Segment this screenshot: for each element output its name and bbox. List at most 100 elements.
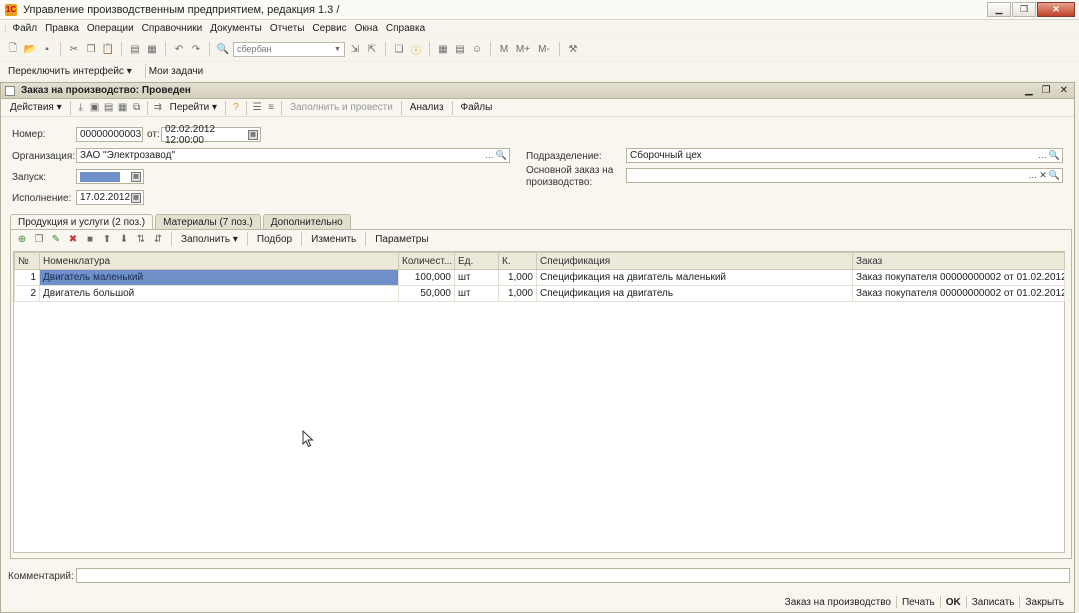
search-input[interactable]: сбербан ▼ (233, 41, 345, 57)
cell-num[interactable]: 2 (14, 285, 40, 302)
cell-unit[interactable]: шт (454, 285, 499, 302)
col-header-coef[interactable]: К. (498, 252, 537, 270)
cell-order[interactable]: Заказ покупателя 00000000002 от 01.02.20… (852, 269, 1065, 286)
analysis-button[interactable]: Анализ (410, 102, 444, 113)
write-button[interactable]: Записать (972, 597, 1015, 608)
col-header-item[interactable]: Номенклатура (39, 252, 399, 270)
calculator-icon[interactable]: ▦ (436, 42, 450, 56)
new-document-icon[interactable]: 🗋 (6, 42, 20, 56)
launch-calendar-icon[interactable]: ▦ (131, 171, 141, 182)
switch-interface-button[interactable]: Переключить интерфейс ▾ (8, 66, 132, 77)
col-header-unit[interactable]: Ед. (454, 252, 499, 270)
maximize-button[interactable]: ❐ (1012, 2, 1036, 17)
preview-icon[interactable]: ▦ (145, 42, 159, 56)
tools-icon[interactable]: ⚒ (566, 42, 580, 56)
tab-materials[interactable]: Материалы (7 поз.) (155, 214, 261, 229)
chevron-down-icon[interactable]: ▼ (334, 46, 344, 53)
menu-reports[interactable]: Отчеты (270, 23, 305, 34)
goto-menu[interactable]: Перейти ▾ (170, 102, 217, 113)
cell-spec[interactable]: Спецификация на двигатель (536, 285, 853, 302)
col-header-qty[interactable]: Количест... (398, 252, 455, 270)
select-button[interactable]: … (485, 150, 494, 161)
unpost-icon[interactable]: ▦ (116, 101, 130, 115)
menu-operations[interactable]: Операции (87, 23, 134, 34)
undo-icon[interactable]: ↶ (172, 42, 186, 56)
movements-icon[interactable]: ☰ (250, 101, 264, 115)
menu-documents[interactable]: Документы (210, 23, 262, 34)
add-row-icon[interactable]: ⊕ (15, 232, 29, 246)
execution-calendar-icon[interactable]: ▦ (131, 192, 141, 203)
fill-and-post-button[interactable]: Заполнить и провести (290, 102, 393, 113)
sort-desc-icon[interactable]: ⇵ (151, 232, 165, 246)
doc-close-button[interactable]: ✕ (1060, 85, 1068, 96)
menu-catalogs[interactable]: Справочники (142, 23, 203, 34)
open-icon[interactable]: 🔍 (496, 150, 507, 161)
find-prev-icon[interactable]: ⇱ (365, 42, 379, 56)
menu-help[interactable]: Справка (386, 23, 425, 34)
save-doc-icon[interactable]: ▣ (88, 101, 102, 115)
cell-spec[interactable]: Спецификация на двигатель маленький (536, 269, 853, 286)
doc-restore-button[interactable]: ❐ (1042, 85, 1051, 96)
actions-menu[interactable]: Действия ▾ (10, 102, 62, 113)
minimize-button[interactable]: ▁ (987, 2, 1011, 17)
number-field[interactable]: 00000000003 (76, 127, 143, 142)
post-icon[interactable]: ▤ (102, 101, 116, 115)
calendar-icon[interactable]: ▦ (248, 129, 258, 140)
parameters-button[interactable]: Параметры (375, 234, 428, 245)
change-button[interactable]: Изменить (311, 234, 356, 245)
search-icon[interactable]: 🔍 (216, 42, 230, 56)
select-button[interactable]: Подбор (257, 234, 292, 245)
dept-open-icon[interactable]: 🔍 (1049, 150, 1060, 161)
delete-row-icon[interactable]: ✖ (66, 232, 80, 246)
copy-row-icon[interactable]: ❐ (32, 232, 46, 246)
execution-field[interactable]: 17.02.2012 ▦ (76, 190, 144, 205)
memory-plus-button[interactable]: M+ (514, 42, 532, 56)
base-select-button[interactable]: … (1028, 170, 1037, 181)
cell-coef[interactable]: 1,000 (498, 269, 537, 286)
menu-service[interactable]: Сервис (312, 23, 346, 34)
cell-order[interactable]: Заказ покупателя 00000000002 от 01.02.20… (852, 285, 1065, 302)
cell-item[interactable]: Двигатель большой (39, 285, 399, 302)
col-header-spec[interactable]: Спецификация (536, 252, 853, 270)
copy-icon[interactable]: ❐ (84, 42, 98, 56)
menu-file[interactable]: Файл (13, 23, 38, 34)
based-on-icon[interactable]: ⇉ (151, 101, 165, 115)
move-down-icon[interactable]: ⬇ (117, 232, 131, 246)
cut-icon[interactable]: ✂ (67, 42, 81, 56)
end-edit-icon[interactable]: ■ (83, 232, 97, 246)
my-tasks-button[interactable]: Мои задачи (149, 66, 204, 77)
date-field[interactable]: 02.02.2012 12:00:00 ▦ (161, 124, 261, 146)
help-doc-icon[interactable]: ? (229, 101, 243, 115)
redo-icon[interactable]: ↷ (189, 42, 203, 56)
edit-row-icon[interactable]: ✎ (49, 232, 63, 246)
memory-minus-button[interactable]: M- (535, 42, 553, 56)
base-order-field[interactable]: … ✕ 🔍 (626, 168, 1063, 183)
sort-asc-icon[interactable]: ⇅ (134, 232, 148, 246)
save-icon[interactable]: ▪ (40, 42, 54, 56)
cell-item[interactable]: Двигатель маленький (39, 269, 399, 286)
tab-products[interactable]: Продукция и услуги (2 поз.) (10, 214, 154, 229)
fill-menu[interactable]: Заполнить ▾ (181, 234, 238, 245)
open-folder-icon[interactable]: 📂 (23, 42, 37, 56)
paste-icon[interactable]: 📋 (101, 42, 115, 56)
base-open-icon[interactable]: 🔍 (1049, 170, 1060, 181)
organization-field[interactable]: ЗАО "Электрозавод" … 🔍 (76, 148, 510, 163)
comment-field[interactable] (76, 568, 1070, 583)
windows-icon[interactable]: ❏ (392, 42, 406, 56)
ok-button[interactable]: OK (946, 597, 961, 608)
cell-unit[interactable]: шт (454, 269, 499, 286)
cell-qty[interactable]: 100,000 (398, 269, 455, 286)
files-button[interactable]: Файлы (461, 102, 493, 113)
cell-qty[interactable]: 50,000 (398, 285, 455, 302)
menu-windows[interactable]: Окна (355, 23, 378, 34)
post-and-close-icon[interactable]: ⤓ (74, 101, 88, 115)
find-next-icon[interactable]: ⇲ (348, 42, 362, 56)
doc-minimize-button[interactable]: ▁ (1025, 85, 1033, 96)
print-icon[interactable]: ▤ (128, 42, 142, 56)
print-form-button[interactable]: Заказ на производство (785, 597, 891, 608)
tab-additional[interactable]: Дополнительно (262, 214, 351, 229)
col-header-num[interactable]: № (14, 252, 40, 270)
clear-icon[interactable]: ✕ (1039, 170, 1047, 181)
help-icon[interactable]: ⓘ (409, 42, 423, 57)
cell-coef[interactable]: 1,000 (498, 285, 537, 302)
